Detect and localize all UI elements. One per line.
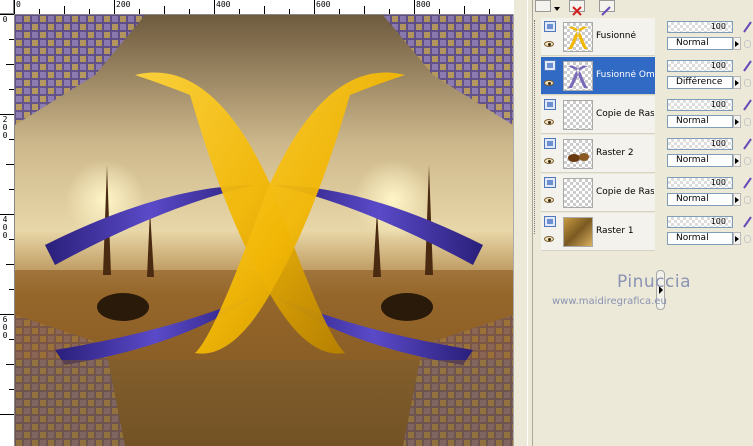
eye-icon[interactable] bbox=[544, 41, 554, 47]
layer-properties-row: 100 Normal bbox=[667, 135, 753, 173]
opacity-value: 100 bbox=[710, 217, 726, 226]
layer-visibility-icon[interactable] bbox=[544, 138, 556, 149]
pen-icon[interactable] bbox=[743, 177, 752, 189]
layer-thumbnail bbox=[563, 139, 593, 169]
layer-visibility-icon[interactable] bbox=[544, 216, 556, 227]
lock-icon[interactable] bbox=[744, 196, 751, 204]
blend-mode-select[interactable]: Normal bbox=[667, 232, 733, 245]
blend-dropdown-icon[interactable] bbox=[733, 76, 741, 89]
lock-icon[interactable] bbox=[744, 235, 751, 243]
canvas-scroll-strip[interactable] bbox=[513, 14, 528, 446]
layer-row[interactable]: Raster 1 bbox=[541, 213, 655, 251]
delete-layer-icon[interactable] bbox=[569, 0, 585, 16]
image-canvas[interactable] bbox=[15, 15, 513, 446]
layer-row[interactable]: Raster 2 bbox=[541, 135, 655, 173]
watermark-name: Pinuccia bbox=[617, 272, 691, 292]
eye-icon[interactable] bbox=[544, 80, 554, 86]
layer-row[interactable]: Fusionné bbox=[541, 18, 655, 56]
blend-mode-select[interactable]: Différence bbox=[667, 76, 733, 89]
layer-name: Copie de Rast bbox=[596, 109, 654, 119]
pen-icon[interactable] bbox=[743, 99, 752, 111]
vertical-ruler: 0 2 0 0 4 0 0 6 0 0 bbox=[0, 14, 15, 446]
opacity-slider[interactable]: 100 bbox=[667, 60, 733, 72]
layer-row[interactable]: Fusionné Omb bbox=[541, 57, 655, 95]
pen-icon[interactable] bbox=[743, 60, 752, 72]
ruler-corner bbox=[0, 0, 14, 14]
layer-name: Fusionné Omb bbox=[596, 70, 654, 80]
ruler-label: 0 bbox=[2, 15, 8, 24]
layer-row[interactable]: Copie de Rast bbox=[541, 96, 655, 134]
pen-icon[interactable] bbox=[743, 216, 752, 228]
artwork bbox=[15, 15, 513, 446]
opacity-slider[interactable]: 100 bbox=[667, 177, 733, 189]
layer-name: Raster 2 bbox=[596, 148, 634, 158]
watermark-url: www.maidiregrafica.eu bbox=[552, 296, 667, 307]
layer-properties-row: 100 Normal bbox=[667, 213, 753, 251]
layer-thumbnail bbox=[563, 22, 593, 52]
layer-row[interactable]: Copie de Rast bbox=[541, 174, 655, 212]
ruler-label: 0 bbox=[16, 0, 21, 9]
pen-icon[interactable] bbox=[743, 138, 752, 150]
layer-visibility-icon[interactable] bbox=[544, 99, 556, 110]
blend-mode-select[interactable]: Normal bbox=[667, 115, 733, 128]
lock-icon[interactable] bbox=[744, 157, 751, 165]
pen-icon[interactable] bbox=[743, 21, 752, 33]
ruler-label: 400 bbox=[216, 0, 231, 9]
layer-thumbnail bbox=[563, 178, 593, 208]
layer-thumbnail bbox=[563, 217, 593, 247]
opacity-value: 100 bbox=[710, 22, 726, 31]
eye-icon[interactable] bbox=[544, 158, 554, 164]
layer-properties-row: 100 Normal bbox=[667, 18, 753, 56]
blend-mode-select[interactable]: Normal bbox=[667, 37, 733, 50]
layer-properties-row: 100 Normal bbox=[667, 174, 753, 212]
blend-dropdown-icon[interactable] bbox=[733, 193, 741, 206]
ruler-label: 600 bbox=[316, 0, 331, 9]
ruler-label: 0 bbox=[2, 231, 8, 240]
blend-dropdown-icon[interactable] bbox=[733, 232, 741, 245]
lock-icon[interactable] bbox=[744, 118, 751, 126]
lock-icon[interactable] bbox=[744, 40, 751, 48]
layer-visibility-icon[interactable] bbox=[544, 60, 556, 71]
layer-visibility-icon[interactable] bbox=[544, 21, 556, 32]
horizontal-ruler: 0 200 400 600 800 bbox=[14, 0, 514, 15]
opacity-value: 100 bbox=[710, 178, 726, 187]
layer-properties-row: 100 Normal bbox=[667, 96, 753, 134]
layer-visibility-icon[interactable] bbox=[544, 177, 556, 188]
blend-dropdown-icon[interactable] bbox=[733, 154, 741, 167]
ruler-label: 200 bbox=[116, 0, 131, 9]
ruler-label: 800 bbox=[416, 0, 431, 9]
opacity-slider[interactable]: 100 bbox=[667, 99, 733, 111]
layer-thumbnail bbox=[563, 100, 593, 130]
layer-properties-row: 100 Différence bbox=[667, 57, 753, 95]
opacity-slider[interactable]: 100 bbox=[667, 138, 733, 150]
dropdown-arrow-icon[interactable] bbox=[553, 0, 561, 12]
new-layer-icon[interactable] bbox=[535, 0, 551, 12]
group-bracket bbox=[534, 20, 540, 234]
eye-icon[interactable] bbox=[544, 236, 554, 242]
layer-name: Copie de Rast bbox=[596, 187, 654, 197]
blend-dropdown-icon[interactable] bbox=[733, 37, 741, 50]
opacity-slider[interactable]: 100 bbox=[667, 21, 733, 33]
opacity-value: 100 bbox=[710, 139, 726, 148]
eye-icon[interactable] bbox=[544, 119, 554, 125]
layer-name: Raster 1 bbox=[596, 226, 634, 236]
layer-thumbnail bbox=[563, 61, 593, 91]
lock-icon[interactable] bbox=[744, 79, 751, 87]
layer-name: Fusionné bbox=[596, 31, 637, 41]
opacity-slider[interactable]: 100 bbox=[667, 216, 733, 228]
layers-toolbar bbox=[533, 0, 753, 16]
ruler-label: 0 bbox=[2, 131, 8, 140]
blend-dropdown-icon[interactable] bbox=[733, 115, 741, 128]
edit-layer-icon[interactable] bbox=[599, 0, 615, 16]
ruler-label: 0 bbox=[2, 331, 8, 340]
opacity-value: 100 bbox=[710, 61, 726, 70]
blend-mode-select[interactable]: Normal bbox=[667, 154, 733, 167]
layers-palette: Fusionné Fusionné Omb Copie de Rast Rast… bbox=[533, 0, 753, 446]
opacity-value: 100 bbox=[710, 100, 726, 109]
eye-icon[interactable] bbox=[544, 197, 554, 203]
blend-mode-select[interactable]: Normal bbox=[667, 193, 733, 206]
